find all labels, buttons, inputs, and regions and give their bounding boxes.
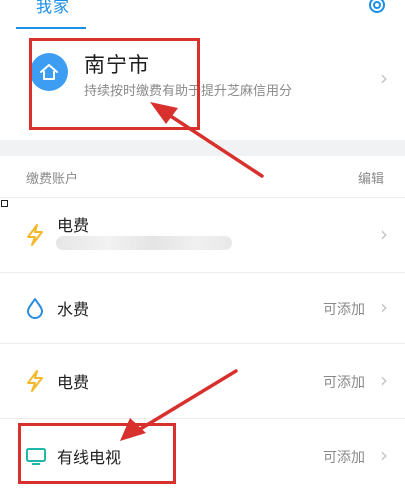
checkbox-marker [1,200,8,207]
annotation-arrows [120,102,264,441]
red-arrow-icon [150,102,264,178]
red-arrow-icon [120,369,238,441]
